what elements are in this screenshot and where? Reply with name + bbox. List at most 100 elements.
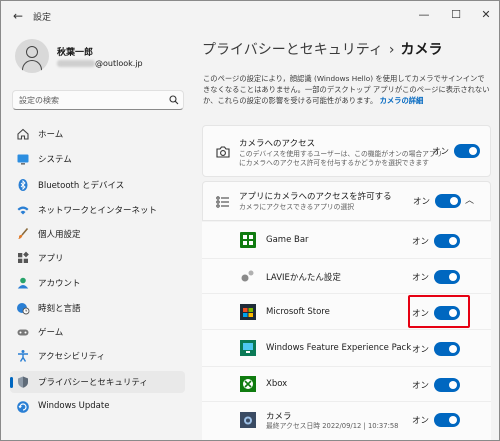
sidebar-item-home[interactable]: ホーム <box>10 123 185 145</box>
app-toggle-camera[interactable] <box>434 413 460 427</box>
app-name: LAVIEかんたん設定 <box>266 273 341 283</box>
wifi-icon <box>17 206 29 215</box>
sidebar-item-gaming[interactable]: ゲーム <box>10 321 185 343</box>
settings-window: ← 設定 — ☐ ✕ 秋葉一郎 @outlook.jp ホーム システム Blu… <box>0 0 500 441</box>
app-toggle-feature-pack[interactable] <box>434 342 460 356</box>
sidebar-item-time-language[interactable]: 時刻と言語 <box>10 297 185 319</box>
toggle-state-label: オン <box>412 345 430 355</box>
sidebar-item-label: システム <box>38 155 72 165</box>
apps-icon <box>18 251 29 263</box>
highlight-box <box>408 295 470 328</box>
sidebar-item-label: アクセシビリティ <box>38 352 106 362</box>
sidebar-item-privacy[interactable]: プライバシーとセキュリティ <box>10 371 185 393</box>
app-name: Game Bar <box>266 235 309 245</box>
account-icon <box>17 277 29 289</box>
profile-name: 秋葉一郎 <box>57 48 94 58</box>
app-toggle-game-bar[interactable] <box>434 234 460 248</box>
search-icon <box>169 95 179 105</box>
globe-clock-icon <box>17 303 30 315</box>
shield-icon <box>18 376 28 388</box>
camera-access-subtitle-2: にカメラへのアクセス許可を付与するかどうかを選択できます <box>239 159 429 167</box>
home-icon <box>17 128 29 140</box>
app-access-subtitle: カメラにアクセスできるアプリの選択 <box>239 203 355 211</box>
app-row-game-bar: Game Bar オン <box>202 222 491 259</box>
feature-pack-icon <box>240 340 256 356</box>
sidebar-item-accounts[interactable]: アカウント <box>10 272 185 294</box>
sidebar-item-system[interactable]: システム <box>10 148 185 170</box>
update-icon <box>17 401 29 413</box>
app-name: Windows Feature Experience Pack <box>266 343 412 353</box>
camera-access-card: カメラへのアクセス このデバイスを使用するユーザーは、この機能がオンの場合アプリ… <box>202 125 491 177</box>
app-name: Microsoft Store <box>266 307 330 317</box>
sidebar-item-bluetooth[interactable]: Bluetooth とデバイス <box>10 174 185 196</box>
app-access-header[interactable]: アプリにカメラへのアクセスを許可する カメラにアクセスできるアプリの選択 オン <box>202 181 491 221</box>
page-title: プライバシーとセキュリティ › カメラ <box>202 39 443 59</box>
app-row-camera: カメラ 最終アクセス日時 2022/09/12 | 10:37:58 オン <box>202 402 491 440</box>
brush-icon <box>18 227 29 239</box>
sidebar-item-network[interactable]: ネットワークとインターネット <box>10 199 185 221</box>
app-row-lavie: LAVIEかんたん設定 オン <box>202 259 491 294</box>
bluetooth-icon <box>18 179 28 191</box>
app-toggle-xbox[interactable] <box>434 378 460 392</box>
accessibility-icon <box>18 350 28 362</box>
back-button[interactable]: ← <box>9 8 27 24</box>
search-box[interactable] <box>12 90 184 110</box>
app-name: カメラ <box>266 412 292 422</box>
profile-email: @outlook.jp <box>57 59 143 68</box>
last-access-time: 最終アクセス日時 2022/09/12 | 10:37:58 <box>266 422 399 430</box>
sidebar-item-label: Windows Update <box>38 401 110 411</box>
sidebar-item-label: Bluetooth とデバイス <box>38 181 125 191</box>
camera-details-link[interactable]: カメラの詳細 <box>380 96 424 105</box>
gamebar-icon <box>240 232 256 248</box>
page-description: このページの設定により，顔認識 (Windows Hello) を使用してカメラ… <box>203 74 490 105</box>
store-icon <box>240 304 256 320</box>
toggle-state-label: オン <box>413 197 431 207</box>
list-icon <box>216 196 229 208</box>
app-row-feature-pack: Windows Feature Experience Pack オン <box>202 330 491 367</box>
avatar[interactable] <box>15 39 49 73</box>
monitor-icon <box>17 154 29 165</box>
toggle-state-label: オン <box>412 416 430 426</box>
sidebar-item-label: ゲーム <box>38 328 64 338</box>
sidebar-item-label: アカウント <box>38 279 81 289</box>
sidebar-item-label: プライバシーとセキュリティ <box>38 378 148 388</box>
sidebar-item-label: ホーム <box>38 130 64 140</box>
app-name: Xbox <box>266 379 288 389</box>
app-row-xbox: Xbox オン <box>202 367 491 402</box>
sidebar-item-windows-update[interactable]: Windows Update <box>10 396 185 418</box>
app-toggle-lavie[interactable] <box>434 270 460 284</box>
close-button[interactable]: ✕ <box>473 5 499 25</box>
toggle-state-label: オン <box>432 147 450 157</box>
sidebar-item-label: 時刻と言語 <box>38 304 81 314</box>
lavie-icon <box>241 270 254 282</box>
camera-access-subtitle-1: このデバイスを使用するユーザーは、この機能がオンの場合アプリ <box>239 150 443 158</box>
sidebar-item-label: 個人用設定 <box>38 230 81 240</box>
chevron-up-icon[interactable]: ︿ <box>465 193 474 206</box>
maximize-button[interactable]: ☐ <box>443 5 469 25</box>
active-indicator <box>10 377 13 388</box>
toggle-state-label: オン <box>412 381 430 391</box>
minimize-button[interactable]: — <box>411 5 437 25</box>
sidebar-item-apps[interactable]: アプリ <box>10 247 185 269</box>
camera-access-title: カメラへのアクセス <box>239 139 316 149</box>
app-access-title: アプリにカメラへのアクセスを許可する <box>239 192 392 202</box>
title-bar: ← 設定 — ☐ ✕ <box>1 1 499 31</box>
toggle-state-label: オン <box>412 273 430 283</box>
sidebar-item-personalization[interactable]: 個人用設定 <box>10 223 185 245</box>
xbox-icon <box>240 376 256 392</box>
app-access-toggle[interactable] <box>435 194 461 208</box>
toggle-state-label: オン <box>412 237 430 247</box>
sidebar-item-accessibility[interactable]: アクセシビリティ <box>10 345 185 367</box>
sidebar-item-label: アプリ <box>38 254 64 264</box>
sidebar-item-label: ネットワークとインターネット <box>38 206 158 216</box>
breadcrumb-parent[interactable]: プライバシーとセキュリティ <box>202 42 383 58</box>
email-redaction <box>57 60 95 67</box>
breadcrumb-current: カメラ <box>400 42 443 58</box>
search-input[interactable] <box>19 94 159 107</box>
camera-access-toggle[interactable] <box>454 144 480 158</box>
app-title: 設定 <box>33 13 52 23</box>
breadcrumb-separator: › <box>388 42 395 58</box>
camera-app-icon <box>240 412 256 428</box>
camera-icon <box>216 146 230 158</box>
gamepad-icon <box>17 329 29 336</box>
